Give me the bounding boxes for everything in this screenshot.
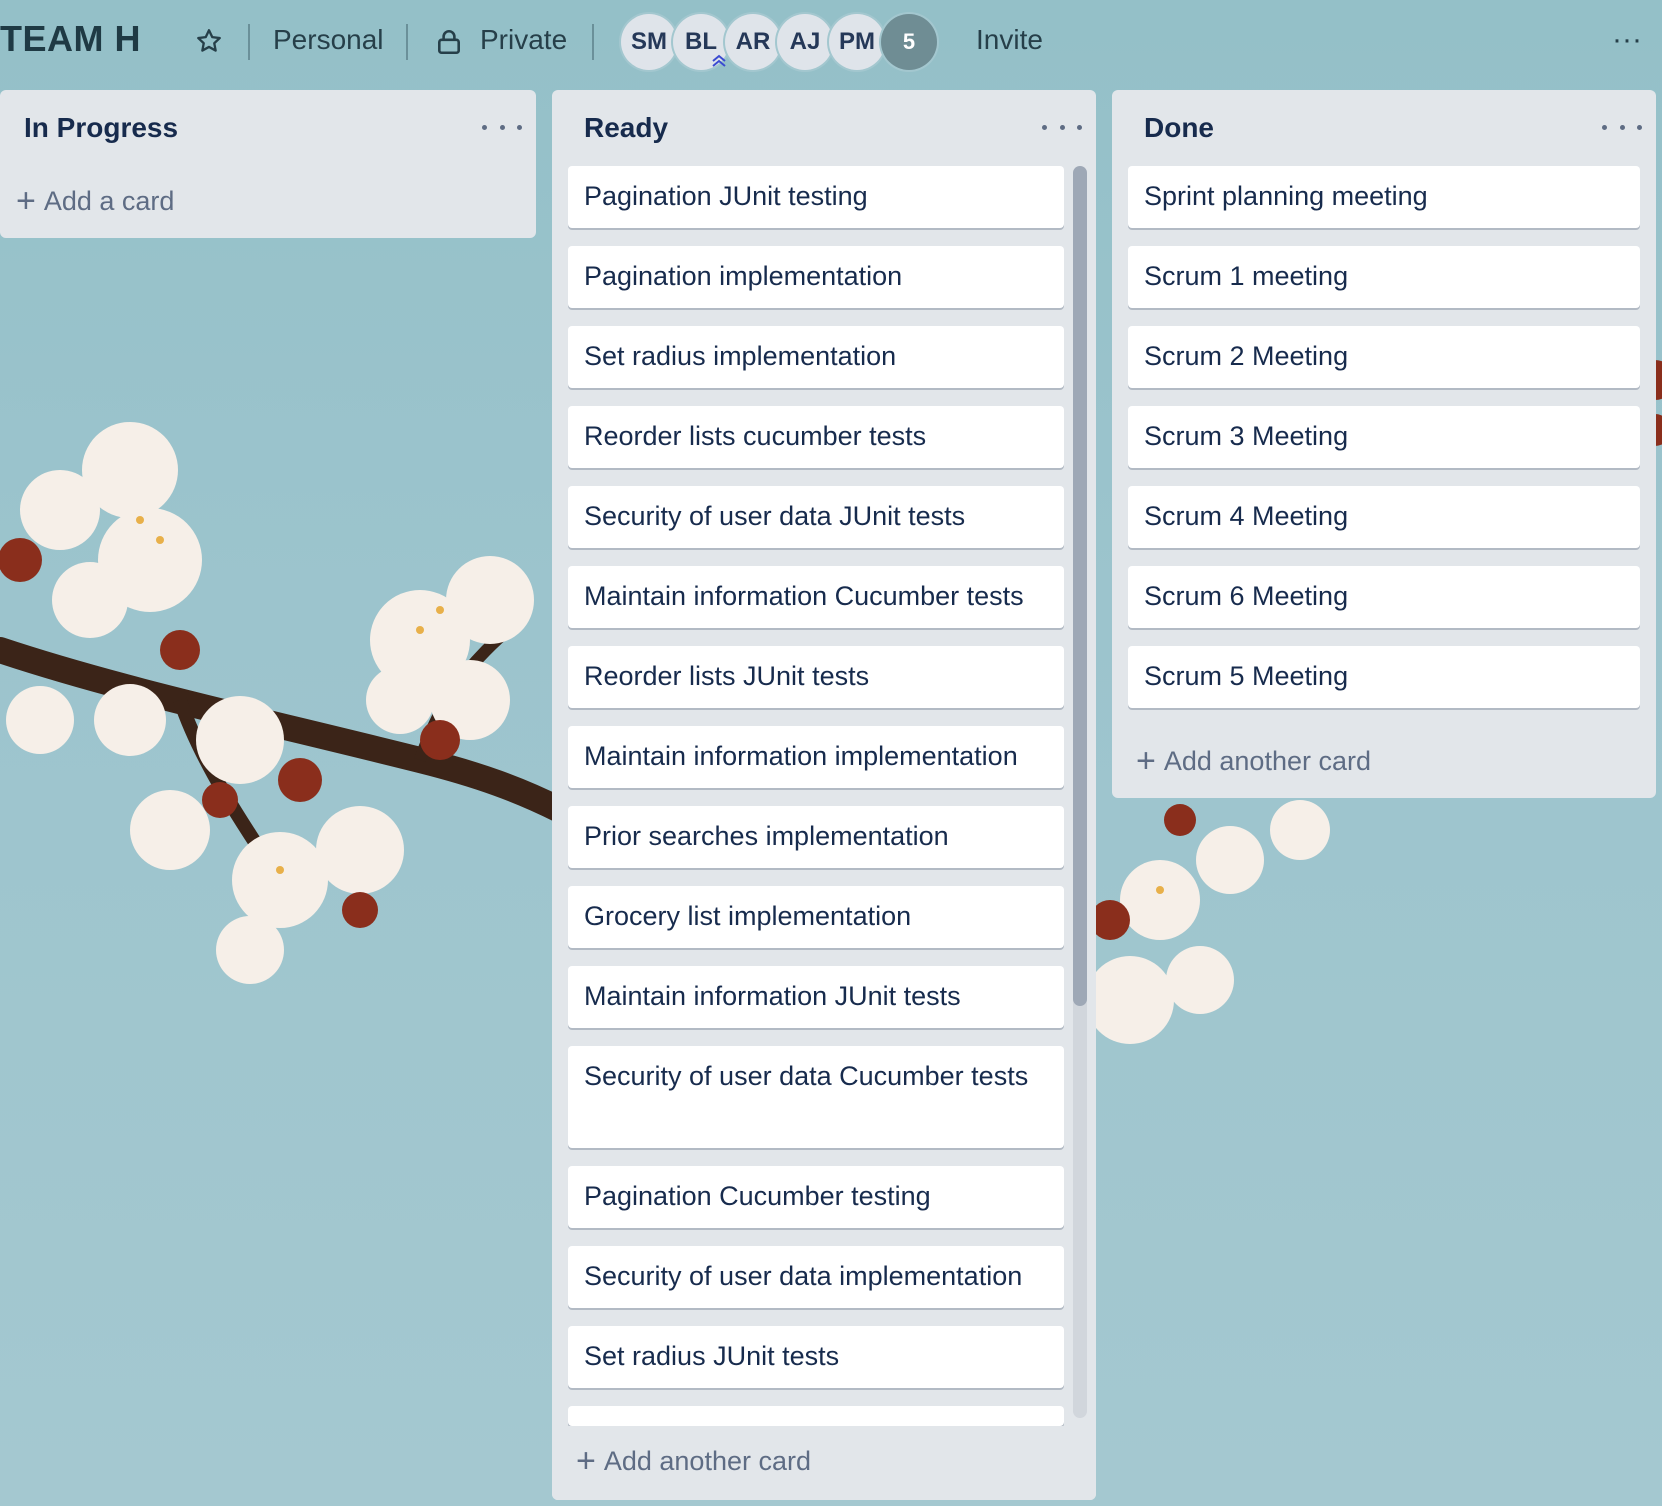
header-divider <box>592 24 594 60</box>
card[interactable]: Maintain information JUnit tests <box>568 966 1064 1028</box>
list-menu-button[interactable] <box>482 112 522 142</box>
card[interactable]: Scrum 2 Meeting <box>1128 326 1640 388</box>
workspace-button[interactable]: Personal <box>273 24 384 56</box>
more-members-badge[interactable]: 5 <box>881 14 937 70</box>
list-menu-button[interactable] <box>1602 112 1642 142</box>
card[interactable]: Grocery list implementation <box>568 886 1064 948</box>
star-icon <box>197 29 221 52</box>
card[interactable]: Sprint planning meeting <box>1128 166 1640 228</box>
card-partial[interactable] <box>568 1406 1064 1426</box>
card[interactable]: Reorder lists cucumber tests <box>568 406 1064 468</box>
list-title[interactable]: Ready <box>584 112 668 144</box>
plus-icon: + <box>16 182 36 220</box>
card[interactable]: Security of user data implementation <box>568 1246 1064 1308</box>
add-card-button[interactable]: + Add another card <box>1136 744 1371 778</box>
visibility-button[interactable]: Private <box>480 24 567 56</box>
board-menu-button[interactable]: ··· <box>1612 25 1642 55</box>
add-card-label: Add another card <box>603 1445 811 1476</box>
member-avatar[interactable]: PM <box>829 14 885 70</box>
board-title[interactable]: TEAM H <box>0 18 141 60</box>
add-card-label: Add another card <box>1163 745 1371 776</box>
card[interactable]: Maintain information implementation <box>568 726 1064 788</box>
card[interactable]: Scrum 6 Meeting <box>1128 566 1640 628</box>
lock-icon <box>438 30 460 55</box>
member-avatar[interactable]: AJ <box>777 14 833 70</box>
card[interactable]: Reorder lists JUnit tests <box>568 646 1064 708</box>
card[interactable]: Pagination Cucumber testing <box>568 1166 1064 1228</box>
add-card-button[interactable]: + Add a card <box>16 184 174 218</box>
card[interactable]: Scrum 5 Meeting <box>1128 646 1640 708</box>
card[interactable]: Maintain information Cucumber tests <box>568 566 1064 628</box>
scrollbar-thumb[interactable] <box>1073 166 1087 1006</box>
card[interactable]: Pagination JUnit testing <box>568 166 1064 228</box>
card[interactable]: Scrum 1 meeting <box>1128 246 1640 308</box>
admin-chevron-icon <box>712 54 726 67</box>
plus-icon: + <box>1136 742 1156 780</box>
list-title[interactable]: Done <box>1144 112 1214 144</box>
card[interactable]: Prior searches implementation <box>568 806 1064 868</box>
header-divider <box>406 24 408 60</box>
card[interactable]: Pagination implementation <box>568 246 1064 308</box>
add-card-label: Add a card <box>43 185 175 216</box>
card[interactable]: Scrum 3 Meeting <box>1128 406 1640 468</box>
card[interactable]: Scrum 4 Meeting <box>1128 486 1640 548</box>
list-scrollbar[interactable] <box>1073 166 1087 1418</box>
invite-button[interactable]: Invite <box>976 24 1043 56</box>
list-title[interactable]: In Progress <box>24 112 178 144</box>
card[interactable]: Set radius JUnit tests <box>568 1326 1064 1388</box>
card[interactable]: Security of user data JUnit tests <box>568 486 1064 548</box>
card[interactable]: Set radius implementation <box>568 326 1064 388</box>
star-button[interactable] <box>190 22 228 60</box>
member-avatar[interactable]: AR <box>725 14 781 70</box>
member-avatar[interactable]: SM <box>621 14 677 70</box>
list-menu-button[interactable] <box>1042 112 1082 142</box>
add-card-button[interactable]: + Add another card <box>576 1444 811 1478</box>
board-header: TEAM H Personal Private SM BL AR AJ PM 5… <box>0 0 1662 84</box>
card[interactable]: Security of user data Cucumber tests <box>568 1046 1064 1148</box>
header-divider <box>248 24 250 60</box>
plus-icon: + <box>576 1442 596 1480</box>
